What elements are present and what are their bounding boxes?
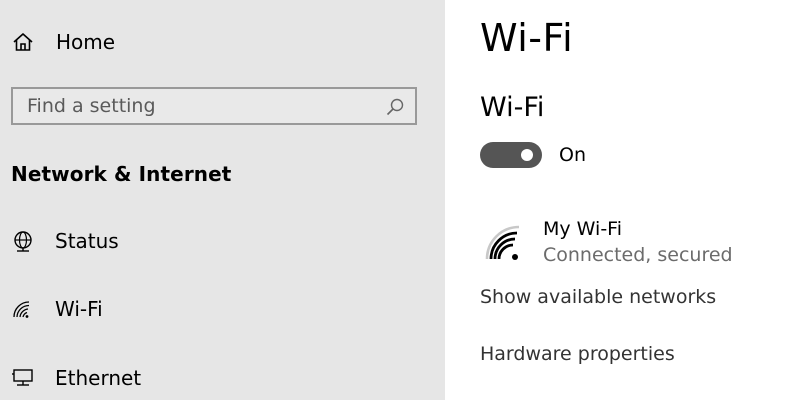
wifi-signal-icon [484,223,524,263]
network-name: My Wi-Fi [543,218,623,240]
wifi-icon [11,298,35,320]
sidebar-item-label: Wi-Fi [55,297,103,321]
show-available-networks-link[interactable]: Show available networks [480,286,716,308]
wifi-toggle[interactable] [480,142,542,168]
ethernet-icon [11,367,35,389]
sidebar-item-status[interactable]: Status [0,218,445,264]
network-item[interactable]: My Wi-Fi Connected, secured [480,217,780,269]
globe-icon [11,230,35,252]
sidebar-item-wifi[interactable]: Wi-Fi [0,286,445,332]
toggle-knob [521,149,533,161]
sidebar-item-home[interactable]: Home [0,22,445,62]
settings-window: Home Network & Internet [0,0,800,400]
search-box [11,87,417,125]
wifi-section-title: Wi-Fi [480,92,545,123]
network-status: Connected, secured [543,244,733,266]
hardware-properties-link[interactable]: Hardware properties [480,343,675,365]
sidebar-item-label: Ethernet [55,366,142,390]
sidebar-item-ethernet[interactable]: Ethernet [0,355,445,400]
search-input[interactable] [27,94,387,118]
main-content: Wi-Fi Wi-Fi On My Wi-Fi Connected, secur… [445,0,800,400]
home-icon [12,31,34,53]
page-title: Wi-Fi [480,16,574,60]
wifi-toggle-state: On [559,144,586,166]
sidebar: Home Network & Internet [0,0,445,400]
search-icon[interactable] [385,97,405,117]
sidebar-item-label: Status [55,229,119,253]
section-title: Network & Internet [11,162,232,186]
sidebar-item-label: Home [56,30,116,54]
